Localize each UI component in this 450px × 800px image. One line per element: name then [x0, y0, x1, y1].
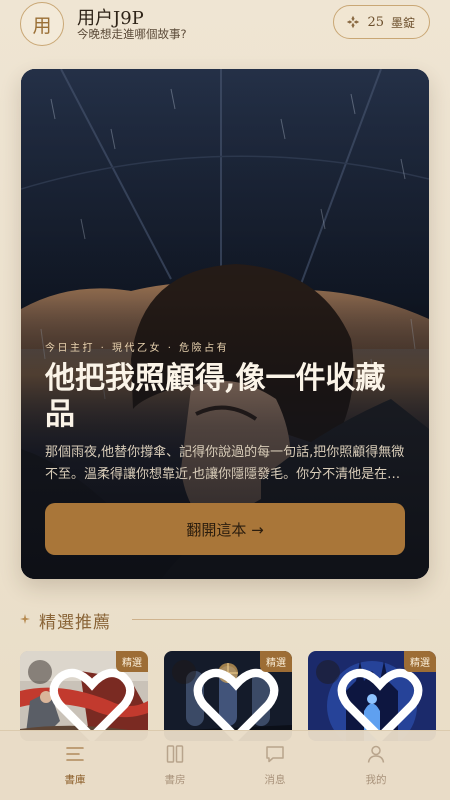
nav-label: 書房 — [164, 774, 186, 786]
favorite-button[interactable] — [28, 660, 135, 741]
library-icon — [66, 747, 84, 761]
heart-icon — [193, 668, 279, 741]
nav-library[interactable]: 書庫 — [40, 743, 110, 793]
ink-amount: 25 — [367, 14, 384, 30]
hero-title: 他把我照顧得,像一件收藏品 — [45, 361, 386, 432]
nav-study[interactable]: 書房 — [140, 743, 210, 793]
sparkle-icon — [20, 614, 30, 624]
header: 用 用户J9P 今晚想走進哪個故事? 25 墨錠 — [0, 0, 450, 50]
featured-card[interactable]: 精選 — [20, 651, 148, 741]
nav-messages[interactable]: 消息 — [240, 743, 310, 793]
featured-card[interactable]: 精選 — [164, 651, 292, 741]
ink-unit: 墨錠 — [390, 15, 415, 30]
nav-label: 書庫 — [64, 774, 86, 786]
chat-icon — [266, 746, 284, 763]
hero-description: 那個雨夜,他替你撐傘、記得你說過的每一句話,把你照顧得無微不至。溫柔得讓你想靠近… — [45, 445, 405, 482]
nav-profile[interactable]: 我的 — [341, 743, 411, 793]
featured-badge: 精選 — [404, 651, 436, 672]
nav-label: 我的 — [365, 774, 387, 786]
section-divider — [132, 619, 430, 620]
featured-section-header: 精選推薦 — [20, 606, 430, 634]
featured-badge: 精選 — [116, 651, 148, 672]
book-icon — [166, 745, 184, 763]
hero-tags: 今日主打 · 現代乙女 · 危險占有 — [45, 343, 230, 354]
heart-icon — [49, 668, 135, 741]
featured-card[interactable]: 精選 — [308, 651, 436, 741]
greeting-text: 今晚想走進哪個故事? — [77, 27, 187, 41]
favorite-button[interactable] — [316, 660, 423, 741]
ink-cluster-icon — [347, 15, 360, 29]
featured-list: 精選 精選 精選 — [20, 651, 450, 741]
open-book-button[interactable]: 翻開這本 → — [45, 503, 405, 555]
featured-badge: 精選 — [260, 651, 292, 672]
user-icon — [367, 745, 385, 763]
nav-label: 消息 — [264, 774, 286, 786]
hero-story-card[interactable]: 今日主打 · 現代乙女 · 危險占有 他把我照顧得,像一件收藏品 那個雨夜,他替… — [21, 69, 429, 579]
ink-balance-button[interactable]: 25 墨錠 — [333, 5, 430, 39]
heart-icon — [337, 668, 423, 741]
bottom-nav: 書庫 書房 消息 我的 — [0, 730, 450, 800]
section-title: 精選推薦 — [39, 613, 111, 633]
avatar[interactable]: 用 — [20, 2, 64, 46]
favorite-button[interactable] — [172, 660, 279, 741]
